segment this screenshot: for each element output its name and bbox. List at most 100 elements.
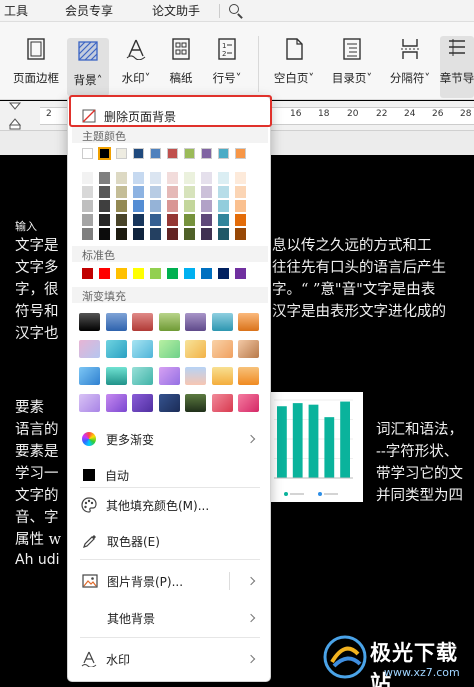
theme-shade-swatch[interactable] xyxy=(235,186,246,198)
theme-shade-swatch[interactable] xyxy=(218,214,229,226)
gradient-swatch[interactable] xyxy=(132,367,153,385)
theme-shade-swatch[interactable] xyxy=(201,214,212,226)
gradient-swatch[interactable] xyxy=(185,394,206,412)
menu-member[interactable]: 会员专享 xyxy=(54,2,141,19)
other-background-item[interactable]: 其他背景 xyxy=(68,607,272,629)
gradient-swatch[interactable] xyxy=(211,313,233,331)
theme-shade-swatch[interactable] xyxy=(150,172,161,184)
gradient-swatch[interactable] xyxy=(158,394,180,412)
background-button[interactable]: 背景˄ xyxy=(67,38,109,96)
standard-color-swatch[interactable] xyxy=(99,268,110,279)
theme-shade-swatch[interactable] xyxy=(99,186,110,198)
gradient-swatch[interactable] xyxy=(79,340,100,358)
theme-shade-swatch[interactable] xyxy=(167,200,178,212)
menu-paper-assistant[interactable]: 论文助手 xyxy=(141,2,211,19)
theme-shade-swatch[interactable] xyxy=(201,200,212,212)
theme-shade-swatch[interactable] xyxy=(167,228,178,240)
gradient-swatch[interactable] xyxy=(238,313,259,331)
standard-color-swatch[interactable] xyxy=(201,268,212,279)
theme-color-swatch[interactable] xyxy=(98,147,111,160)
standard-color-swatch[interactable] xyxy=(184,268,195,279)
standard-color-swatch[interactable] xyxy=(235,268,246,279)
theme-shade-swatch[interactable] xyxy=(133,172,144,184)
theme-shade-swatch[interactable] xyxy=(82,228,93,240)
gradient-swatch[interactable] xyxy=(158,340,180,358)
theme-color-swatch[interactable] xyxy=(235,148,246,159)
theme-shade-swatch[interactable] xyxy=(184,200,195,212)
blank-page-button[interactable]: 空白页˅ xyxy=(268,36,320,98)
gradient-swatch[interactable] xyxy=(185,367,206,385)
gradient-swatch[interactable] xyxy=(238,340,259,358)
theme-shade-swatch[interactable] xyxy=(99,214,110,226)
chevron-right-icon[interactable] xyxy=(246,576,256,586)
theme-shade-swatch[interactable] xyxy=(82,172,93,184)
theme-color-swatch[interactable] xyxy=(150,148,161,159)
theme-shade-swatch[interactable] xyxy=(218,186,229,198)
theme-shade-swatch[interactable] xyxy=(201,172,212,184)
search-icon[interactable] xyxy=(228,3,244,19)
theme-shade-swatch[interactable] xyxy=(133,186,144,198)
embedded-chart[interactable] xyxy=(268,392,363,502)
gradient-swatch[interactable] xyxy=(132,394,153,412)
theme-shade-swatch[interactable] xyxy=(235,228,246,240)
gradient-swatch[interactable] xyxy=(185,313,206,331)
theme-shade-swatch[interactable] xyxy=(116,186,127,198)
theme-shade-swatch[interactable] xyxy=(133,214,144,226)
theme-shade-swatch[interactable] xyxy=(99,200,110,212)
standard-color-swatch[interactable] xyxy=(116,268,127,279)
standard-color-swatch[interactable] xyxy=(218,268,229,279)
theme-shade-swatch[interactable] xyxy=(218,228,229,240)
gradient-swatch[interactable] xyxy=(79,367,100,385)
gradient-swatch[interactable] xyxy=(132,340,153,358)
standard-color-swatch[interactable] xyxy=(133,268,144,279)
theme-shade-swatch[interactable] xyxy=(150,214,161,226)
theme-shade-swatch[interactable] xyxy=(150,200,161,212)
standard-color-swatch[interactable] xyxy=(150,268,161,279)
theme-shade-swatch[interactable] xyxy=(184,214,195,226)
theme-shade-swatch[interactable] xyxy=(184,186,195,198)
indent-marker-icon[interactable] xyxy=(8,101,22,131)
eyedropper-item[interactable]: 取色器(E) xyxy=(68,530,272,552)
theme-shade-swatch[interactable] xyxy=(235,214,246,226)
theme-shade-swatch[interactable] xyxy=(201,228,212,240)
theme-shade-swatch[interactable] xyxy=(99,172,110,184)
theme-color-swatch[interactable] xyxy=(218,148,229,159)
gradient-swatch[interactable] xyxy=(105,367,127,385)
auto-color-item[interactable]: 自动 xyxy=(68,465,272,485)
gradient-swatch[interactable] xyxy=(158,313,180,331)
theme-color-swatch[interactable] xyxy=(184,148,195,159)
theme-shade-swatch[interactable] xyxy=(184,172,195,184)
theme-shade-swatch[interactable] xyxy=(167,214,178,226)
theme-shade-swatch[interactable] xyxy=(235,200,246,212)
gradient-swatch[interactable] xyxy=(132,313,153,331)
gradient-swatch[interactable] xyxy=(185,340,206,358)
theme-color-swatch[interactable] xyxy=(167,148,178,159)
watermark-button[interactable]: 水印˅ xyxy=(114,36,158,98)
theme-shade-swatch[interactable] xyxy=(184,228,195,240)
gradient-swatch[interactable] xyxy=(79,313,100,331)
theme-shade-swatch[interactable] xyxy=(133,200,144,212)
theme-shade-swatch[interactable] xyxy=(167,186,178,198)
theme-shade-swatch[interactable] xyxy=(82,186,93,198)
theme-shade-swatch[interactable] xyxy=(235,172,246,184)
theme-shade-swatch[interactable] xyxy=(150,186,161,198)
gradient-swatch[interactable] xyxy=(211,367,233,385)
theme-shade-swatch[interactable] xyxy=(167,172,178,184)
gradient-swatch[interactable] xyxy=(105,394,127,412)
more-gradient-item[interactable]: 更多渐变 xyxy=(68,428,272,450)
watermark-item[interactable]: 水印 xyxy=(68,648,272,670)
gradient-swatch[interactable] xyxy=(79,394,100,412)
standard-color-swatch[interactable] xyxy=(82,268,93,279)
theme-shade-swatch[interactable] xyxy=(150,228,161,240)
theme-color-swatch[interactable] xyxy=(133,148,144,159)
gradient-swatch[interactable] xyxy=(105,340,127,358)
theme-shade-swatch[interactable] xyxy=(116,228,127,240)
page-border-button[interactable]: 页面边框 xyxy=(8,36,64,98)
gradient-swatch[interactable] xyxy=(238,367,259,385)
theme-shade-swatch[interactable] xyxy=(82,200,93,212)
separator-button[interactable]: 分隔符˅ xyxy=(384,36,436,98)
menu-tools[interactable]: 工具 xyxy=(0,2,54,19)
theme-shade-swatch[interactable] xyxy=(201,186,212,198)
line-number-button[interactable]: 12 行号˅ xyxy=(205,36,249,98)
gradient-swatch[interactable] xyxy=(211,340,233,358)
